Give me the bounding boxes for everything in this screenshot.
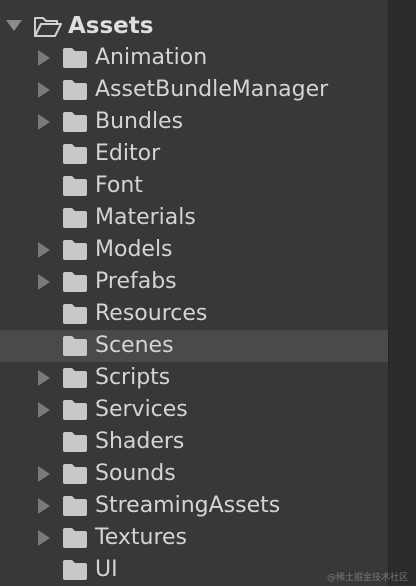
tree-item-label: AssetBundleManager	[95, 77, 329, 102]
tree-root-assets[interactable]: Assets	[0, 10, 388, 42]
tree-item-resources[interactable]: Resources	[0, 298, 388, 330]
tree-item-assetbundlemanager[interactable]: AssetBundleManager	[0, 74, 388, 106]
folder-icon	[62, 143, 88, 165]
expand-arrow-right-icon[interactable]	[34, 240, 54, 260]
tree-item-label: Services	[95, 397, 188, 422]
tree-item-label: Shaders	[95, 429, 185, 454]
folder-open-icon	[34, 16, 62, 38]
expand-arrow-right-icon[interactable]	[34, 48, 54, 68]
folder-icon	[62, 463, 88, 485]
folder-icon	[62, 79, 88, 101]
tree-item-font[interactable]: Font	[0, 170, 388, 202]
folder-icon	[62, 175, 88, 197]
folder-icon	[62, 47, 88, 69]
folder-icon	[62, 111, 88, 133]
tree-item-label: Editor	[95, 141, 161, 166]
tree-item-label: Sounds	[95, 461, 176, 486]
tree-item-editor[interactable]: Editor	[0, 138, 388, 170]
tree-item-label: Bundles	[95, 109, 184, 134]
tree-item-materials[interactable]: Materials	[0, 202, 388, 234]
folder-icon	[62, 399, 88, 421]
expand-arrow-right-icon[interactable]	[34, 368, 54, 388]
folder-icon	[62, 367, 88, 389]
tree-item-scenes[interactable]: Scenes	[0, 330, 388, 362]
folder-icon	[62, 527, 88, 549]
tree-item-label: Font	[95, 173, 143, 198]
expand-arrow-right-icon[interactable]	[34, 272, 54, 292]
tree-item-models[interactable]: Models	[0, 234, 388, 266]
tree-item-scripts[interactable]: Scripts	[0, 362, 388, 394]
expand-arrow-right-icon[interactable]	[34, 80, 54, 100]
expand-arrow-right-icon[interactable]	[34, 528, 54, 548]
folder-icon	[62, 303, 88, 325]
expand-arrow-right-icon[interactable]	[34, 496, 54, 516]
expand-arrow-right-icon[interactable]	[34, 400, 54, 420]
tree-item-bundles[interactable]: Bundles	[0, 106, 388, 138]
tree-item-label: Prefabs	[95, 269, 177, 294]
tree-item-label: Scripts	[95, 365, 171, 390]
folder-icon	[62, 495, 88, 517]
tree-item-label: Textures	[95, 525, 187, 550]
project-panel: Assets Animation AssetBundleManager Bundle…	[0, 0, 388, 586]
folder-icon	[62, 207, 88, 229]
tree-item-animation[interactable]: Animation	[0, 42, 388, 74]
tree-item-shaders[interactable]: Shaders	[0, 426, 388, 458]
tree-item-label: UI	[95, 557, 118, 582]
expand-arrow-right-icon[interactable]	[34, 112, 54, 132]
tree-item-label: StreamingAssets	[95, 493, 281, 518]
folder-icon	[62, 559, 88, 581]
folder-icon	[62, 431, 88, 453]
tree-item-streamingassets[interactable]: StreamingAssets	[0, 490, 388, 522]
folder-icon	[62, 335, 88, 357]
folder-icon	[62, 271, 88, 293]
expand-arrow-down-icon[interactable]	[4, 16, 24, 36]
tree-item-sounds[interactable]: Sounds	[0, 458, 388, 490]
folder-icon	[62, 239, 88, 261]
expand-arrow-right-icon[interactable]	[34, 464, 54, 484]
tree-item-label: Animation	[95, 45, 208, 70]
tree-item-label: Resources	[95, 301, 208, 326]
tree-root-label: Assets	[68, 13, 154, 39]
watermark: @稀土掘金技术社区	[326, 573, 408, 583]
tree-item-label: Materials	[95, 205, 196, 230]
tree-item-services[interactable]: Services	[0, 394, 388, 426]
tree-item-prefabs[interactable]: Prefabs	[0, 266, 388, 298]
tree-item-label: Models	[95, 237, 173, 262]
tree-item-textures[interactable]: Textures	[0, 522, 388, 554]
vertical-scrollbar[interactable]	[388, 0, 416, 586]
tree-item-label: Scenes	[95, 333, 174, 358]
